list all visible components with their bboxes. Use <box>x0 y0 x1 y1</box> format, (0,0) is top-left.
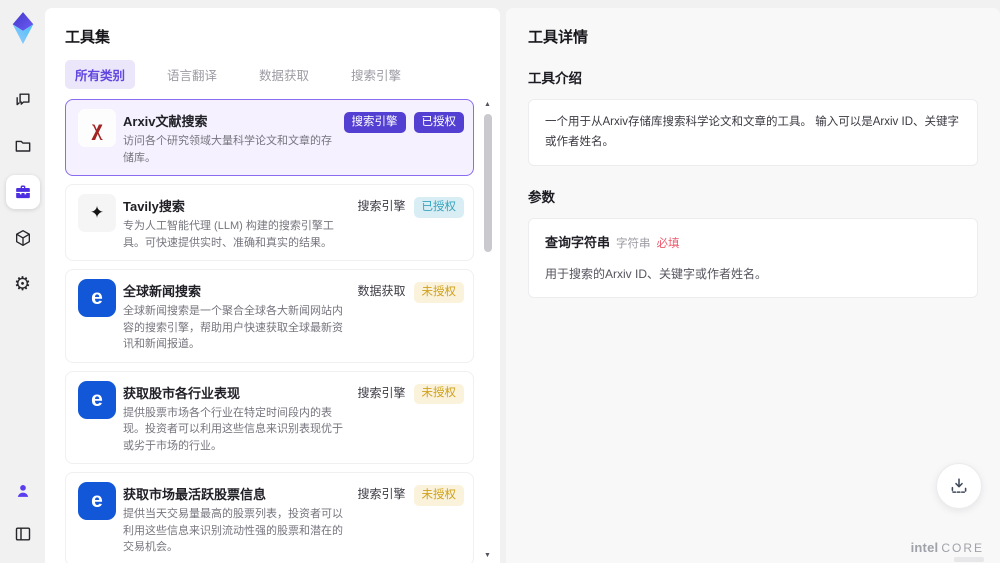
tool-description: 全球新闻搜索是一个聚合全球各大新闻网站内容的搜索引擎，帮助用户快速获取全球最新资… <box>123 305 343 350</box>
tool-badges: 搜索引擎 已授权 <box>357 194 464 251</box>
category-label: 搜索引擎 <box>357 487 406 501</box>
tool-badges: 搜索引擎 未授权 <box>357 381 464 455</box>
chat-icon <box>13 90 33 110</box>
news-app-icon: e <box>78 279 116 317</box>
panel-toggle-icon <box>13 524 33 544</box>
sidebar-item-collapse[interactable] <box>6 517 40 551</box>
auth-status-badge: 已授权 <box>413 112 464 133</box>
sidebar-bottom <box>6 474 40 551</box>
scrollbar-thumb[interactable] <box>484 114 492 252</box>
sidebar-item-toolbox[interactable] <box>5 175 40 209</box>
download-button[interactable] <box>936 463 982 509</box>
intel-core-logo: intel core <box>910 540 984 555</box>
category-tabs: 所有类别 语言翻译 数据获取 搜索引擎 <box>65 59 500 89</box>
download-icon <box>951 478 967 493</box>
gear-icon: ⚙ <box>13 272 32 295</box>
tool-name: Tavily搜索 <box>123 199 185 214</box>
user-icon <box>13 481 33 501</box>
tool-details-panel: 工具详情 工具介绍 一个用于从Arxiv存储库搜索科学论文和文章的工具。 输入可… <box>506 8 1000 563</box>
tool-badges: 搜索引擎 未授权 <box>357 482 464 556</box>
scroll-up-arrow[interactable]: ▲ <box>484 101 491 108</box>
category-label: 搜索引擎 <box>357 199 406 213</box>
tools-panel: 工具集 所有类别 语言翻译 数据获取 搜索引擎 χ Arxiv文献搜索 访问各个研究领域大… <box>45 8 500 563</box>
sidebar-item-chat[interactable] <box>6 83 40 117</box>
sidebar-item-settings[interactable]: ⚙ <box>6 267 40 301</box>
top-strip <box>45 0 1000 8</box>
auth-status-badge: 已授权 <box>413 197 464 218</box>
tool-name: 全球新闻搜索 <box>123 284 202 299</box>
folder-icon <box>13 136 33 156</box>
category-tab-1[interactable]: 语言翻译 <box>157 60 227 89</box>
category-label: 搜索引擎 <box>357 385 406 400</box>
tool-badges: 搜索引擎 已授权 <box>343 109 464 166</box>
tool-list: χ Arxiv文献搜索 访问各个研究领域大量科学论文和文章的存储库。 搜索引擎 已授权 ✦… <box>65 99 474 563</box>
tool-name: 获取股市各行业表现 <box>123 385 241 401</box>
sparkle-icon: ✦ <box>78 194 116 232</box>
processor-tier-badge <box>954 557 984 562</box>
sidebar-item-packages[interactable] <box>6 221 40 255</box>
auth-status-badge: 未授权 <box>413 282 464 303</box>
scrollbar[interactable]: ▲ ▼ <box>482 101 494 559</box>
category-badge: 搜索引擎 <box>343 112 406 133</box>
auth-status-badge: 未授权 <box>413 485 464 506</box>
tool-name: 获取市场最活跃股票信息 <box>123 487 267 502</box>
category-label: 数据获取 <box>357 284 406 298</box>
tool-card[interactable]: χ Arxiv文献搜索 访问各个研究领域大量科学论文和文章的存储库。 搜索引擎 已授权 <box>65 99 474 176</box>
sidebar-item-user[interactable] <box>6 474 40 508</box>
tool-description: 专为人工智能代理 (LLM) 构建的搜索引擎工具。可快速提供实时、准确和真实的结… <box>123 220 334 249</box>
tool-card[interactable]: e 获取股市各行业表现 提供股票市场各个行业在特定时间段内的表现。投资者可以利用这些… <box>65 370 474 464</box>
param-box: 查询字符串 字符串 必填 用于搜索的Arxiv ID、关键字或作者姓名。 <box>528 218 978 299</box>
params-heading: 参数 <box>528 190 555 206</box>
category-tab-2[interactable]: 数据获取 <box>249 60 319 89</box>
param-description: 用于搜索的Arxiv ID、关键字或作者姓名。 <box>545 266 768 281</box>
tool-badges: 数据获取 未授权 <box>357 279 464 353</box>
intro-heading: 工具介绍 <box>528 71 582 86</box>
tool-text: 获取股市各行业表现提供股票市场各个行业在特定时间段内的表现。投资者可以利用这些信… <box>123 381 350 455</box>
toolbox-icon <box>13 182 33 202</box>
param-type: 字符串 <box>616 238 651 251</box>
finance-app-icon: e <box>78 380 116 419</box>
category-tab-3[interactable]: 搜索引擎 <box>341 60 411 89</box>
app-logo <box>12 12 33 44</box>
tool-text: 全球新闻搜索全球新闻搜索是一个聚合全球各大新闻网站内容的搜索引擎，帮助用户快速获… <box>123 279 350 353</box>
details-title: 工具详情 <box>528 29 589 46</box>
category-tab-0[interactable]: 所有类别 <box>65 59 136 89</box>
param-required-label: 必填 <box>656 238 680 251</box>
sidebar: ⚙ <box>0 0 45 563</box>
auth-status-badge: 未授权 <box>413 383 464 405</box>
tool-card[interactable]: e 全球新闻搜索 全球新闻搜索是一个聚合全球各大新闻网站内容的搜索引擎，帮助用户快速… <box>65 269 474 363</box>
cube-icon <box>13 228 33 248</box>
intro-box: 一个用于从Arxiv存储库搜索科学论文和文章的工具。 输入可以是Arxiv ID… <box>528 99 978 167</box>
tool-card[interactable]: e 获取市场最活跃股票信息 提供当天交易量最高的股票列表，投资者可以利用这些信息来识… <box>65 472 474 563</box>
tool-description: 提供股票市场各个行业在特定时间段内的表现。投资者可以利用这些信息来识别表现优于或… <box>123 406 343 452</box>
tools-panel-title: 工具集 <box>65 29 111 46</box>
sidebar-item-folders[interactable] <box>6 129 40 163</box>
tool-text: Arxiv文献搜索访问各个研究领域大量科学论文和文章的存储库。 <box>123 109 337 166</box>
stocks-app-icon: e <box>78 482 116 520</box>
tool-description: 提供当天交易量最高的股票列表，投资者可以利用这些信息来识别流动性强的股票和潜在的… <box>123 508 343 553</box>
param-name: 查询字符串 <box>545 235 611 251</box>
tool-text: 获取市场最活跃股票信息提供当天交易量最高的股票列表，投资者可以利用这些信息来识别… <box>123 482 350 556</box>
arxiv-logo-icon: χ <box>78 109 116 147</box>
tool-description: 访问各个研究领域大量科学论文和文章的存储库。 <box>123 135 332 164</box>
tool-text: Tavily搜索专为人工智能代理 (LLM) 构建的搜索引擎工具。可快速提供实时… <box>123 194 350 251</box>
panels: 工具集 所有类别 语言翻译 数据获取 搜索引擎 χ Arxiv文献搜索 访问各个研究领域大… <box>45 8 1000 563</box>
main-content: 工具集 所有类别 语言翻译 数据获取 搜索引擎 χ Arxiv文献搜索 访问各个研究领域大… <box>45 0 1000 563</box>
tool-card[interactable]: ✦ Tavily搜索 专为人工智能代理 (LLM) 构建的搜索引擎工具。可快速提供实… <box>65 184 474 261</box>
app-window: ⚙ 工具集 所有类别 语言翻译 数据获取 搜索引擎 χ Arxiv文献搜索 访问各个研究领… <box>0 0 1000 563</box>
scroll-down-arrow[interactable]: ▼ <box>484 552 491 559</box>
tool-list-wrap: χ Arxiv文献搜索 访问各个研究领域大量科学论文和文章的存储库。 搜索引擎 已授权 ✦… <box>65 99 500 563</box>
tool-name: Arxiv文献搜索 <box>123 114 208 129</box>
sidebar-nav: ⚙ <box>5 83 40 301</box>
